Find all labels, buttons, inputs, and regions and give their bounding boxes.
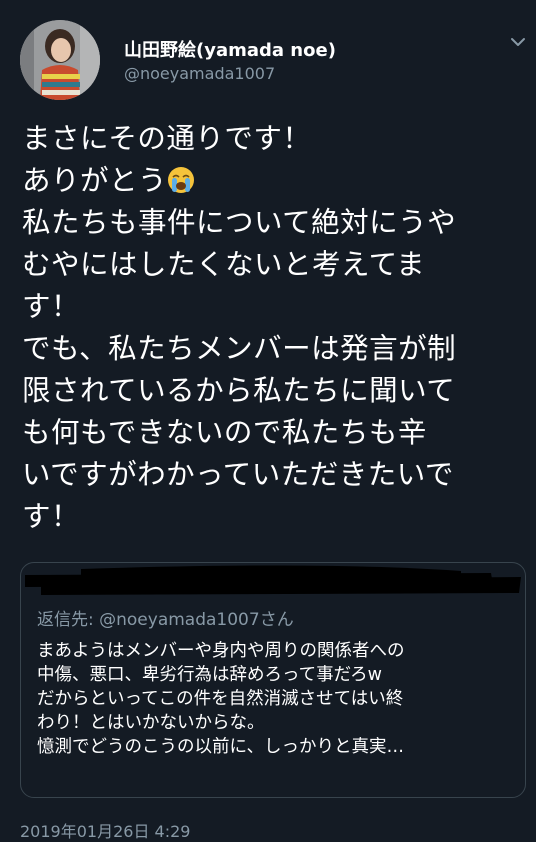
- quoted-line: わり！とはいかないからな。: [37, 713, 265, 733]
- user-handle[interactable]: @noeyamada1007: [124, 64, 275, 83]
- quoted-line: 中傷、悪口、卑劣行為は辞めろって事だろw: [37, 665, 382, 685]
- tweet-line: す！: [22, 290, 81, 323]
- quoted-tweet-text: まあようはメンバーや身内や周りの関係者への 中傷、悪口、卑劣行為は辞めろって事だ…: [37, 639, 521, 759]
- tweet-timestamp: 2019年01月26日 4:29: [20, 822, 191, 841]
- quoted-tweet[interactable]: 返信先: @noeyamada1007さん まあようはメンバーや身内や周りの関係…: [20, 562, 526, 798]
- chevron-down-icon[interactable]: [508, 34, 528, 50]
- reply-to-label[interactable]: 返信先: @noeyamada1007さん: [37, 605, 294, 630]
- tweet-text: まさにその通りです！ ありがとう 私たちも事件について絶対にうや むやにはしたく…: [22, 118, 522, 538]
- tweet-line: も何もできないので私たちも辛: [22, 416, 427, 449]
- tweet-line: でも、私たちメンバーは発言が制: [22, 332, 457, 365]
- tweet-line: いですがわかっていただきたいで: [22, 458, 454, 491]
- tweet-line: す！: [22, 500, 81, 533]
- avatar[interactable]: [20, 20, 100, 100]
- tweet-line-text: ありがとう: [22, 164, 168, 197]
- loudly-crying-face-icon: [168, 167, 195, 193]
- profile-photo: [20, 20, 100, 100]
- redaction-mark: [25, 565, 521, 595]
- quoted-line: だからといってこの件を自然消滅させてはい終: [37, 689, 404, 709]
- tweet-line: ありがとう: [22, 160, 522, 202]
- tweet-line: まさにその通りです！: [22, 122, 312, 155]
- quoted-line: まあようはメンバーや身内や周りの関係者への: [37, 641, 405, 661]
- tweet-line: むやにはしたくないと考えてま: [22, 248, 426, 281]
- quoted-line: 憶測でどうのこうの以前に、しっかりと真実…: [37, 737, 404, 757]
- tweet-line: 限されているから私たちに聞いて: [22, 374, 456, 407]
- display-name[interactable]: 山田野絵(yamada noe): [124, 36, 336, 62]
- tweet-line: 私たちも事件について絶対にうや: [22, 206, 457, 239]
